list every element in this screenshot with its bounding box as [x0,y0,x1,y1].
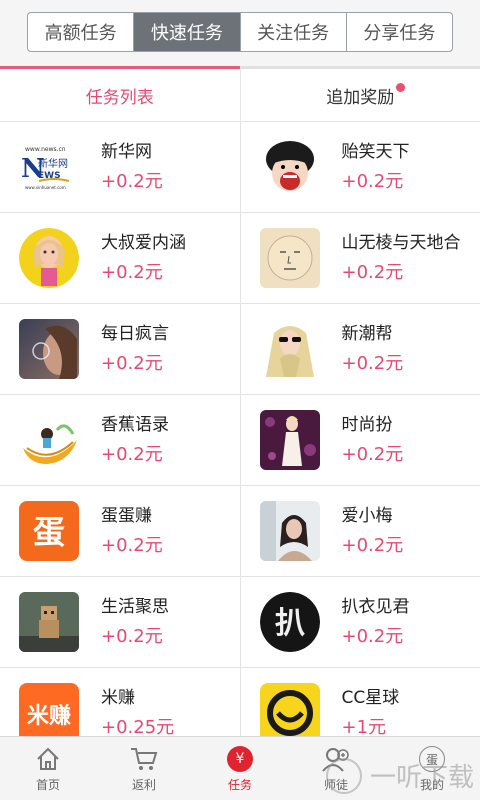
task-item-dandanzhuan[interactable]: 蛋 蛋蛋赚 +0.2元 [0,486,241,576]
task-reward: +0.2元 [101,353,163,374]
banana-girl-icon [19,410,79,470]
task-row: www.news.cn N 新华网 EWS www.xinhuanet.com … [0,122,480,213]
task-item-shenghuo[interactable]: 生活聚思 +0.2元 [0,577,241,667]
watermark-logo-icon [325,757,362,794]
nav-home[interactable]: 首页 [0,737,96,800]
task-name: 新华网 [101,142,152,162]
dan-logo-icon: 蛋 [19,501,79,561]
task-name: 时尚扮 [341,415,393,435]
task-name: 扒衣见君 [341,597,410,617]
task-reward: +0.2元 [101,626,163,647]
cardboard-robot-icon [19,592,79,652]
task-item-xiangjiao[interactable]: 香蕉语录 +0.2元 [0,395,241,485]
cartoon-girl-laughing-icon [259,137,320,197]
task-item-mizhuan[interactable]: 米赚 米赚 +0.25元 [0,668,241,736]
portrait-photo-icon [259,501,320,561]
task-row: 香蕉语录 +0.2元 时尚扮 +0.2元 [0,395,480,486]
tab-bonus-label: 追加奖励 [326,87,395,108]
task-reward: +0.2元 [101,171,163,192]
task-item-aixiaomei[interactable]: 爱小梅 +0.2元 [241,486,480,576]
top-tab-bar: 高额任务 快速任务 关注任务 分享任务 [0,0,480,66]
nav-label: 首页 [35,778,60,792]
task-item-xinchao[interactable]: 新潮帮 +0.2元 [241,304,480,394]
fashion-illustration-icon [259,410,320,470]
task-row: 每日疯言 +0.2元 新潮帮 +0.2元 [0,304,480,395]
logo-text: 米赚 [27,703,71,729]
home-icon [33,744,63,774]
task-reward: +0.2元 [341,626,404,647]
cartoon-woman-icon [19,228,79,288]
task-name: 大叔爱内涵 [101,233,186,253]
task-name: 香蕉语录 [101,415,169,435]
task-reward: +0.2元 [341,353,404,374]
xinhua-logo-graphic: www.news.cn N 新华网 EWS www.xinhuanet.com [19,137,79,197]
logo-text: 扒 [275,606,305,641]
logo-text-url: www.news.cn [25,146,66,153]
task-row: 米赚 米赚 +0.25元 CC星球 +1元 [0,668,480,736]
task-item-xinhua[interactable]: www.news.cn N 新华网 EWS www.xinhuanet.com … [0,122,241,212]
ba-logo-icon: 扒 [259,592,320,652]
task-name: 贻笑天下 [341,142,410,162]
logo-text-cn: 新华网 [38,157,68,170]
task-name: 山无棱与天地合 [341,233,461,253]
task-item-ccplanet[interactable]: CC星球 +1元 [241,668,480,736]
task-item-shishang[interactable]: 时尚扮 +0.2元 [241,395,480,485]
mizhuan-logo-icon: 米赚 [19,683,79,736]
nav-rebate[interactable]: 返利 [96,737,192,800]
cc-planet-logo-icon [259,683,320,736]
task-reward: +0.2元 [341,262,404,283]
nav-tasks[interactable]: ¥ 任务 [192,737,288,800]
tab-follow[interactable]: 关注任务 [241,13,347,51]
task-name: 爱小梅 [341,506,393,526]
cart-icon [129,744,159,774]
task-item-dashu[interactable]: 大叔爱内涵 +0.2元 [0,213,241,303]
task-name: 新潮帮 [341,324,393,344]
drawn-face-icon [259,228,320,288]
task-reward: +0.2元 [101,535,163,556]
task-item-shanwuleng[interactable]: 山无棱与天地合 +0.2元 [241,213,480,303]
nav-label: 任务 [227,778,252,792]
task-item-yixiao[interactable]: 贻笑天下 +0.2元 [241,122,480,212]
task-row: 蛋 蛋蛋赚 +0.2元 爱小梅 +0.2元 [0,486,480,577]
task-reward: +0.2元 [341,171,404,192]
task-reward: +0.2元 [101,444,163,465]
task-row: 生活聚思 +0.2元 扒 扒衣见君 +0.2元 [0,577,480,668]
tab-task-list[interactable]: 任务列表 [0,69,241,121]
task-reward: +0.2元 [101,262,163,283]
task-item-meiri[interactable]: 每日疯言 +0.2元 [0,304,241,394]
nav-label: 返利 [131,778,156,792]
logo-text: 蛋 [33,513,65,551]
logo-text-site: www.xinhuanet.com [25,185,66,190]
task-name: CC星球 [341,688,400,708]
task-name: 每日疯言 [101,324,169,344]
task-grid: www.news.cn N 新华网 EWS www.xinhuanet.com … [0,122,480,736]
app-screen: 高额任务 快速任务 关注任务 分享任务 任务列表 追加奖励 www.news.c… [0,0,480,800]
yen-badge: ¥ [227,746,253,772]
task-reward: +0.25元 [101,717,175,736]
watermark-text: 一听下载 [369,763,474,793]
segmented-control: 高额任务 快速任务 关注任务 分享任务 [27,12,453,52]
tab-quick[interactable]: 快速任务 [134,13,241,51]
tab-high-value[interactable]: 高额任务 [28,13,135,51]
tab-share[interactable]: 分享任务 [347,13,452,51]
task-name: 米赚 [101,688,135,708]
notification-dot [395,83,405,92]
blonde-sunglasses-icon [259,319,320,379]
task-reward: +0.2元 [341,444,404,465]
xinhua-news-logo: www.news.cn N 新华网 EWS www.xinhuanet.com [19,137,79,197]
task-reward: +1元 [341,717,387,736]
yen-icon: ¥ [225,744,255,774]
task-reward: +0.2元 [341,535,404,556]
task-row: 大叔爱内涵 +0.2元 山无棱与天地合 +0.2元 [0,213,480,304]
sub-tab-bar: 任务列表 追加奖励 [0,69,480,122]
task-name: 生活聚思 [101,597,169,617]
watermark: 一听下载 [325,757,474,794]
tab-bonus[interactable]: 追加奖励 [241,69,480,121]
girl-bubble-photo-icon [19,319,79,379]
task-name: 蛋蛋赚 [101,506,152,526]
task-item-bayi[interactable]: 扒 扒衣见君 +0.2元 [241,577,480,667]
